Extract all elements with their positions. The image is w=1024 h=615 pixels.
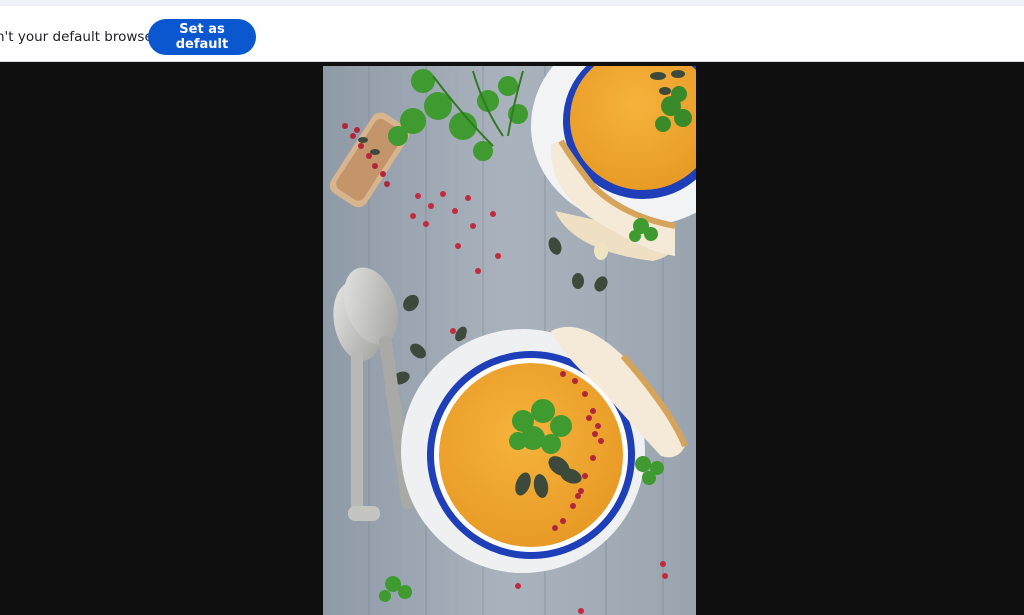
image-viewer <box>0 63 1024 615</box>
photo-illustration <box>323 66 696 615</box>
infobar-message: n't your default browser <box>0 29 159 45</box>
set-as-default-button[interactable]: Set as default <box>148 19 256 55</box>
default-browser-infobar: n't your default browser Set as default <box>0 6 1024 62</box>
soup-bowls-photo[interactable] <box>323 66 696 615</box>
